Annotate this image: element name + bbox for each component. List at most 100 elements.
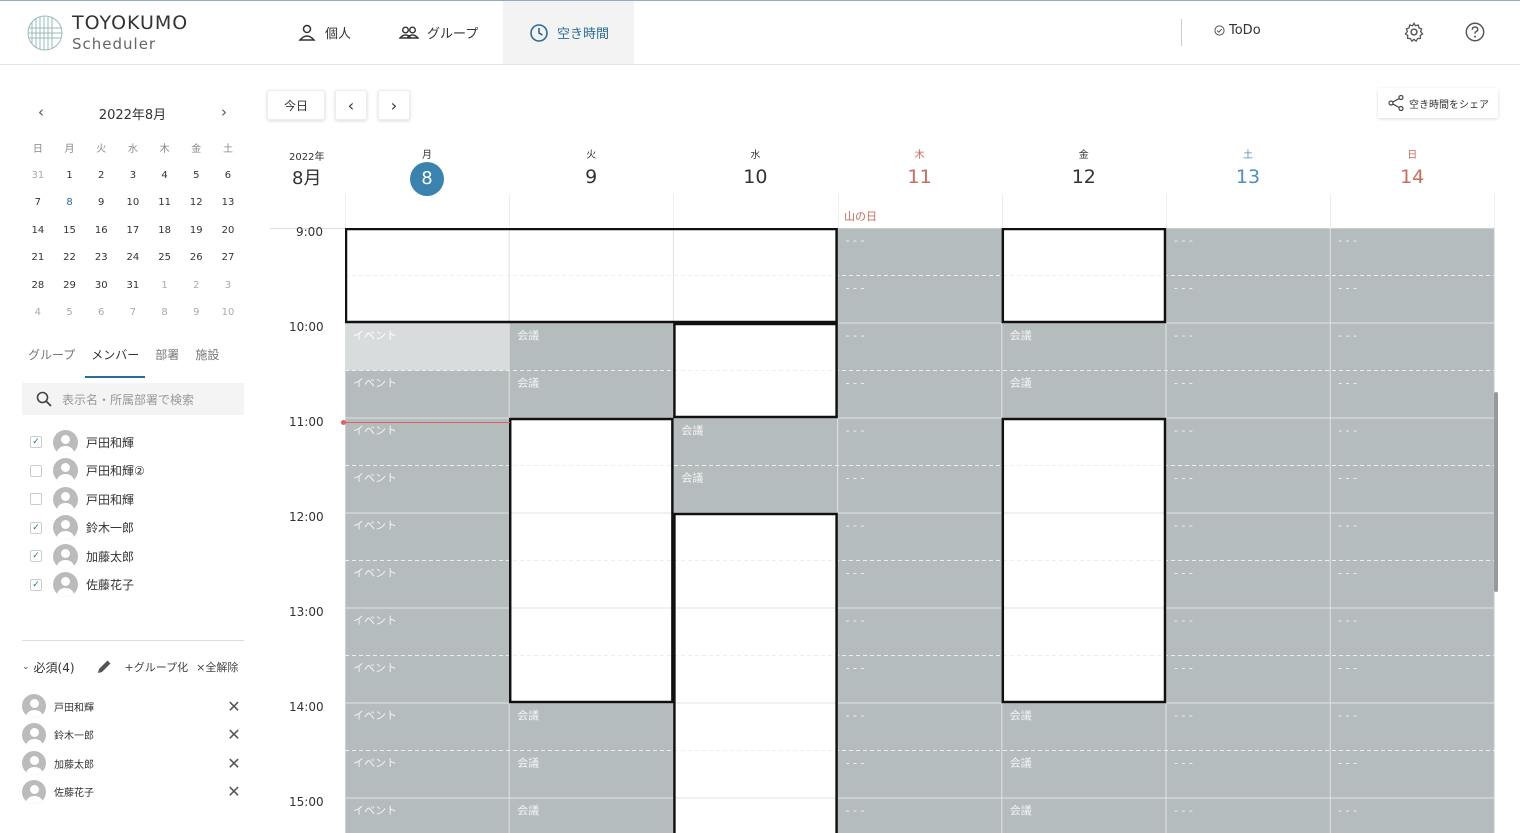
member-checkbox[interactable]: ✓ [30,578,42,591]
mini-cal-day[interactable]: 1 [149,280,181,291]
mini-cal-day[interactable]: 25 [149,252,181,263]
mini-cal-day[interactable]: 6 [212,170,244,181]
mini-cal-day[interactable]: 31 [117,280,149,291]
tab-group[interactable]: グループ [399,1,489,64]
mini-cal-day[interactable]: 16 [85,225,117,236]
time-slot[interactable] [1001,465,1166,514]
member-checkbox[interactable]: ✓ [30,521,42,534]
group-button[interactable]: +グループ化 [125,659,189,675]
mini-cal-day[interactable]: 3 [117,170,149,181]
mini-cal-day[interactable]: 4 [149,170,181,181]
mini-cal-day[interactable]: 2 [85,170,117,181]
member-checkbox[interactable]: ✓ [30,436,42,449]
next-week-button[interactable]: › [378,90,410,120]
mini-cal-day[interactable]: 18 [149,225,181,236]
time-slot[interactable] [1001,228,1166,276]
pencil-icon[interactable] [95,658,113,676]
mini-cal-day[interactable]: 19 [180,225,212,236]
member-item[interactable]: 戸田和輝② [30,457,145,486]
remove-icon[interactable]: ✕ [224,754,244,773]
time-slot[interactable] [673,608,838,656]
help-icon[interactable] [1464,21,1486,43]
member-item[interactable]: ✓ 鈴木一郎 [30,514,145,543]
mini-cal-day[interactable]: 7 [117,307,149,318]
mini-cal-day[interactable]: 21 [22,252,54,263]
mini-cal-day[interactable]: 10 [212,307,244,318]
scrollbar[interactable] [1494,392,1498,592]
mini-cal-day[interactable]: 6 [85,307,117,318]
mini-cal-day[interactable]: 31 [22,170,54,181]
time-slot[interactable] [1001,418,1166,466]
time-slot[interactable] [345,228,510,276]
mini-cal-day[interactable]: 14 [22,225,54,236]
member-item[interactable]: ✓ 戸田和輝 [30,428,145,457]
day-header[interactable]: 日 14 [1330,146,1494,192]
mini-cal-day[interactable]: 26 [180,252,212,263]
sidebar-tab[interactable]: メンバー [85,344,146,378]
mini-cal-day[interactable]: 24 [117,252,149,263]
mini-cal-day[interactable]: 7 [22,197,54,208]
mini-cal-day[interactable]: 8 [149,307,181,318]
member-item[interactable]: ✓ 加藤太郎 [30,542,145,571]
remove-icon[interactable]: ✕ [224,697,244,716]
today-button[interactable]: 今日 [267,90,325,120]
time-slot[interactable] [509,418,674,466]
time-slot[interactable] [509,560,674,609]
time-slot[interactable] [673,750,838,799]
mini-cal-day[interactable]: 15 [54,225,86,236]
remove-icon[interactable]: ✕ [224,782,244,801]
member-checkbox[interactable]: ✓ [30,550,42,563]
time-slot[interactable] [1001,560,1166,609]
remove-icon[interactable]: ✕ [224,725,244,744]
todo-button[interactable]: ToDo [1214,23,1261,38]
day-header[interactable]: 火9 [509,146,673,192]
time-slot[interactable] [673,560,838,609]
mini-cal-day[interactable]: 1 [54,170,86,181]
time-slot[interactable] [673,703,838,751]
time-slot[interactable] [1001,608,1166,656]
time-slot[interactable] [673,228,838,276]
mini-cal-day[interactable]: 2 [180,280,212,291]
time-slot[interactable] [345,275,510,324]
time-slot[interactable] [509,228,674,276]
time-slot[interactable] [1001,275,1166,324]
mini-cal-day[interactable]: 5 [180,170,212,181]
mini-cal-day[interactable]: 8 [54,193,86,213]
prev-week-button[interactable]: ‹ [335,90,367,120]
day-header[interactable]: 月8 [345,146,509,196]
member-checkbox[interactable] [30,493,42,506]
mini-cal-day[interactable]: 27 [212,252,244,263]
member-search[interactable]: 表示名・所属部署で検索 [22,383,244,415]
tab-personal[interactable]: 個人 [297,1,357,64]
time-slot[interactable] [673,370,838,419]
mini-cal-day[interactable]: 13 [212,197,244,208]
day-header[interactable]: 木 11 [838,146,1002,192]
time-slot[interactable] [1001,513,1166,561]
mini-cal-day[interactable]: 28 [22,280,54,291]
mini-cal-day[interactable]: 17 [117,225,149,236]
time-slot[interactable] [673,513,838,561]
sidebar-tab[interactable]: 施設 [189,344,225,372]
chevron-down-icon[interactable]: ⌄ [22,662,30,672]
member-checkbox[interactable] [30,464,42,477]
sidebar-tab[interactable]: 部署 [149,344,185,372]
mini-cal-day[interactable]: 11 [149,197,181,208]
time-slot[interactable] [673,798,838,833]
tab-free-time[interactable]: 空き時間 [503,1,634,64]
mini-cal-day[interactable]: 5 [54,307,86,318]
mini-cal-day[interactable]: 9 [85,197,117,208]
time-slot[interactable] [673,655,838,704]
day-header[interactable]: 水 10 [673,146,837,192]
mini-cal-day[interactable]: 23 [85,252,117,263]
mini-cal-day[interactable]: 29 [54,280,86,291]
time-slot[interactable] [509,608,674,656]
mini-cal-day[interactable]: 4 [22,307,54,318]
mini-cal-day[interactable]: 20 [212,225,244,236]
gear-icon[interactable] [1403,21,1425,43]
mini-cal-day[interactable]: 10 [117,197,149,208]
time-slot[interactable] [673,323,838,371]
member-item[interactable]: 戸田和輝 [30,485,145,514]
mini-cal-day[interactable]: 30 [85,280,117,291]
mini-cal-day[interactable]: 12 [180,197,212,208]
time-slot[interactable] [509,655,674,704]
